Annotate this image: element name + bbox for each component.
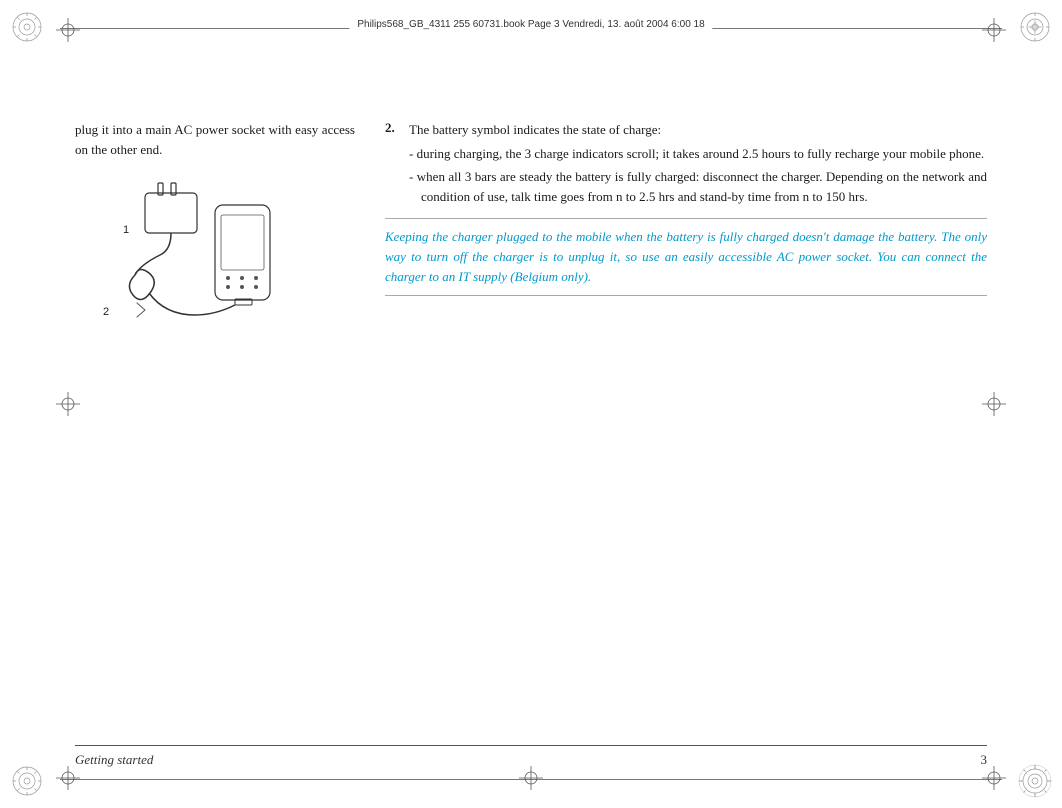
reg-top-left-crosshair [54, 16, 82, 44]
deco-top-left-icon [8, 8, 46, 46]
footer-section-title: Getting started [75, 752, 153, 768]
point-number: 2. [385, 120, 401, 206]
reg-bottom-center-crosshair [517, 764, 545, 792]
left-paragraph: plug it into a main AC power socket with… [75, 120, 355, 159]
bullet-1: - during charging, the 3 charge indicato… [409, 144, 987, 164]
note-box: Keeping the charger plugged to the mobil… [385, 218, 987, 296]
footer: Getting started 3 [75, 745, 987, 768]
point-2-header: 2. The battery symbol indicates the stat… [385, 120, 987, 206]
deco-bottom-left-icon [8, 762, 46, 800]
right-column: 2. The battery symbol indicates the stat… [385, 120, 987, 335]
reg-bottom-left-crosshair [54, 764, 82, 792]
svg-text:2: 2 [103, 306, 109, 318]
svg-text:1: 1 [123, 224, 129, 236]
charger-illustration: 1 [95, 175, 295, 335]
bullet-2: - when all 3 bars are steady the battery… [409, 167, 987, 206]
left-column: plug it into a main AC power socket with… [75, 120, 355, 335]
deco-top-right-icon [1016, 8, 1054, 46]
reg-bottom-right-crosshair [980, 764, 1008, 792]
reg-top-right-crosshair [980, 16, 1008, 44]
header-text: Philips568_GB_4311 255 60731.book Page 3… [349, 19, 712, 30]
deco-bottom-right-icon [1016, 762, 1054, 800]
point-intro: The battery symbol indicates the state o… [409, 122, 661, 137]
footer-page-number: 3 [981, 752, 988, 768]
note-text: Keeping the charger plugged to the mobil… [385, 227, 987, 287]
